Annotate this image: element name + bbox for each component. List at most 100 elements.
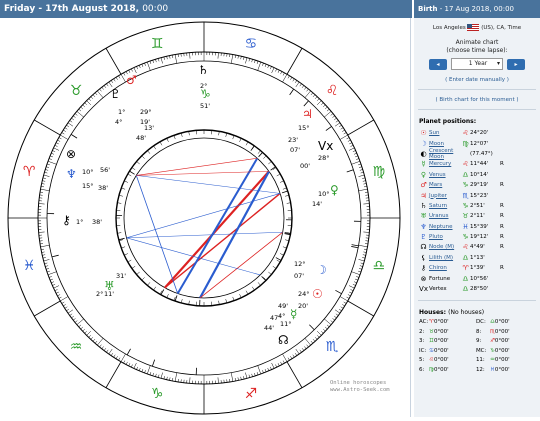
aspect-line	[136, 158, 257, 175]
sign-glyph-icon: ♉	[461, 212, 470, 220]
sign-glyph-icon: ♎	[461, 171, 470, 179]
sign-glyph-icon: ♌	[461, 243, 470, 251]
degree-tick	[336, 314, 338, 316]
inner-tick	[142, 156, 145, 159]
inner-tick	[142, 277, 145, 280]
zodiac-sign-icon: ♌	[326, 83, 339, 99]
degree-tick	[119, 76, 121, 79]
degree-tick	[323, 105, 325, 107]
planet-position-label: 44'	[264, 324, 274, 332]
watermark-line-1: Online horoscopes	[330, 380, 390, 387]
planet-name-link[interactable]: Lilith (M)	[429, 255, 461, 261]
degree-tick	[97, 91, 103, 98]
degree-tick	[364, 186, 367, 187]
planet-row: ♃Jupiter♏15°23'	[414, 190, 540, 200]
degree-tick	[81, 327, 83, 329]
planet-row: ⚸Lilith (M)♎1°13'	[414, 253, 540, 263]
prev-button[interactable]: ◂	[429, 59, 447, 70]
houses-note: (No houses)	[448, 309, 484, 316]
house-degree: 0°00'	[495, 367, 510, 377]
sign-divider	[34, 301, 60, 316]
degree-tick	[323, 329, 325, 331]
degree-tick	[275, 365, 276, 368]
retrograde-flag: R	[500, 161, 508, 167]
degree-tick	[83, 105, 85, 107]
sign-glyph-icon: ♑	[461, 181, 470, 189]
degree-tick	[304, 346, 306, 348]
horoscope-wheel-container: ♈♉♊♋♌♍♎♏♐♑♒♓♂29°19'♇1°4°13'48'♄2°♑51'♃15…	[0, 18, 408, 417]
planet-name-link[interactable]: Crescent Moon	[429, 148, 461, 160]
degree-tick	[75, 321, 77, 323]
degree-tick	[190, 377, 191, 383]
degree-tick	[359, 167, 362, 168]
chart-date: Friday - 17th August 2018,	[4, 4, 139, 14]
degree-tick	[126, 362, 127, 365]
inner-tick	[246, 291, 248, 294]
degree-tick	[353, 284, 356, 285]
planet-name-link[interactable]: Uranus	[429, 213, 461, 219]
next-button[interactable]: ▸	[507, 59, 525, 70]
planet-name-link[interactable]: Mercury	[429, 161, 461, 167]
horoscope-wheel[interactable]: ♈♉♊♋♌♍♎♏♐♑♒♓♂29°19'♇1°4°13'48'♄2°♑51'♃15…	[0, 18, 408, 417]
divider	[418, 89, 536, 90]
degree-tick	[45, 169, 48, 170]
planet-name-link[interactable]: Jupiter	[429, 193, 461, 199]
degree-tick	[218, 53, 219, 59]
degree-tick	[265, 369, 266, 372]
sign-glyph-icon: ♎	[461, 275, 470, 283]
degree-tick	[281, 71, 282, 74]
degree-tick	[111, 80, 113, 82]
planet-name-link[interactable]: Pluto	[429, 234, 461, 240]
zodiac-sign-icon: ♊	[151, 36, 164, 52]
degree-tick	[75, 114, 77, 116]
inner-tick	[263, 156, 266, 159]
degree-tick	[155, 374, 156, 377]
planet-name-link[interactable]: Neptune	[429, 224, 461, 230]
degree-tick	[54, 148, 59, 151]
degree-tick	[124, 361, 125, 364]
degree-tick	[131, 365, 132, 368]
planet-position-label: ♆	[66, 167, 77, 181]
planet-glyph-icon: ☽	[419, 140, 428, 148]
zodiac-sign-icon: ♐	[245, 386, 258, 402]
degree-tick	[363, 204, 369, 205]
degree-tick	[281, 362, 282, 365]
zodiac-sign-icon: ♉	[70, 83, 83, 99]
degree-tick	[358, 164, 361, 165]
degree-tick	[324, 111, 331, 117]
animate-subtitle: (choose time lapse):	[414, 47, 540, 55]
birth-chart-link[interactable]: ( Birth chart for this moment )	[414, 97, 540, 103]
planet-name-link[interactable]: Mars	[429, 182, 461, 188]
planet-name-link[interactable]: Sun	[429, 130, 461, 136]
degree-tick	[42, 255, 45, 256]
planet-name-link[interactable]: Moon	[429, 141, 461, 147]
degree-tick	[348, 140, 351, 141]
planet-degree: 10°56'	[470, 276, 500, 282]
planet-name-link[interactable]: Node (M)	[429, 244, 461, 250]
planet-degree: 2°51'	[470, 203, 500, 209]
planet-position-label: 51'	[200, 102, 210, 110]
time-lapse-select[interactable]: 1 Year	[451, 58, 503, 70]
planet-name-link[interactable]: Saturn	[429, 203, 461, 209]
degree-tick	[231, 373, 233, 382]
degree-tick	[258, 366, 261, 374]
degree-tick	[349, 292, 352, 293]
inner-tick	[128, 174, 131, 176]
location: Los Angeles (US), CA, Time	[414, 24, 540, 31]
planet-row: ♂Mars♑29°19'R	[414, 180, 540, 190]
planet-glyph-icon: ♀	[419, 171, 428, 179]
planet-name-link[interactable]: Venus	[429, 172, 461, 178]
degree-tick	[139, 368, 140, 371]
degree-tick	[158, 58, 159, 61]
house-row: 5:♌0°00'11:♒0°00'	[414, 357, 540, 367]
degree-tick	[119, 358, 121, 361]
houses-title: Houses: (No houses)	[419, 309, 540, 316]
degree-tick	[235, 378, 236, 381]
degree-tick	[360, 169, 363, 170]
degree-tick	[359, 268, 362, 269]
degree-tick	[361, 263, 364, 264]
enter-date-link[interactable]: ( Enter date manually )	[414, 77, 540, 83]
planet-position-label: 15°	[298, 124, 310, 132]
aspect-line	[200, 232, 283, 298]
planet-name-link[interactable]: Chiron	[429, 265, 461, 271]
